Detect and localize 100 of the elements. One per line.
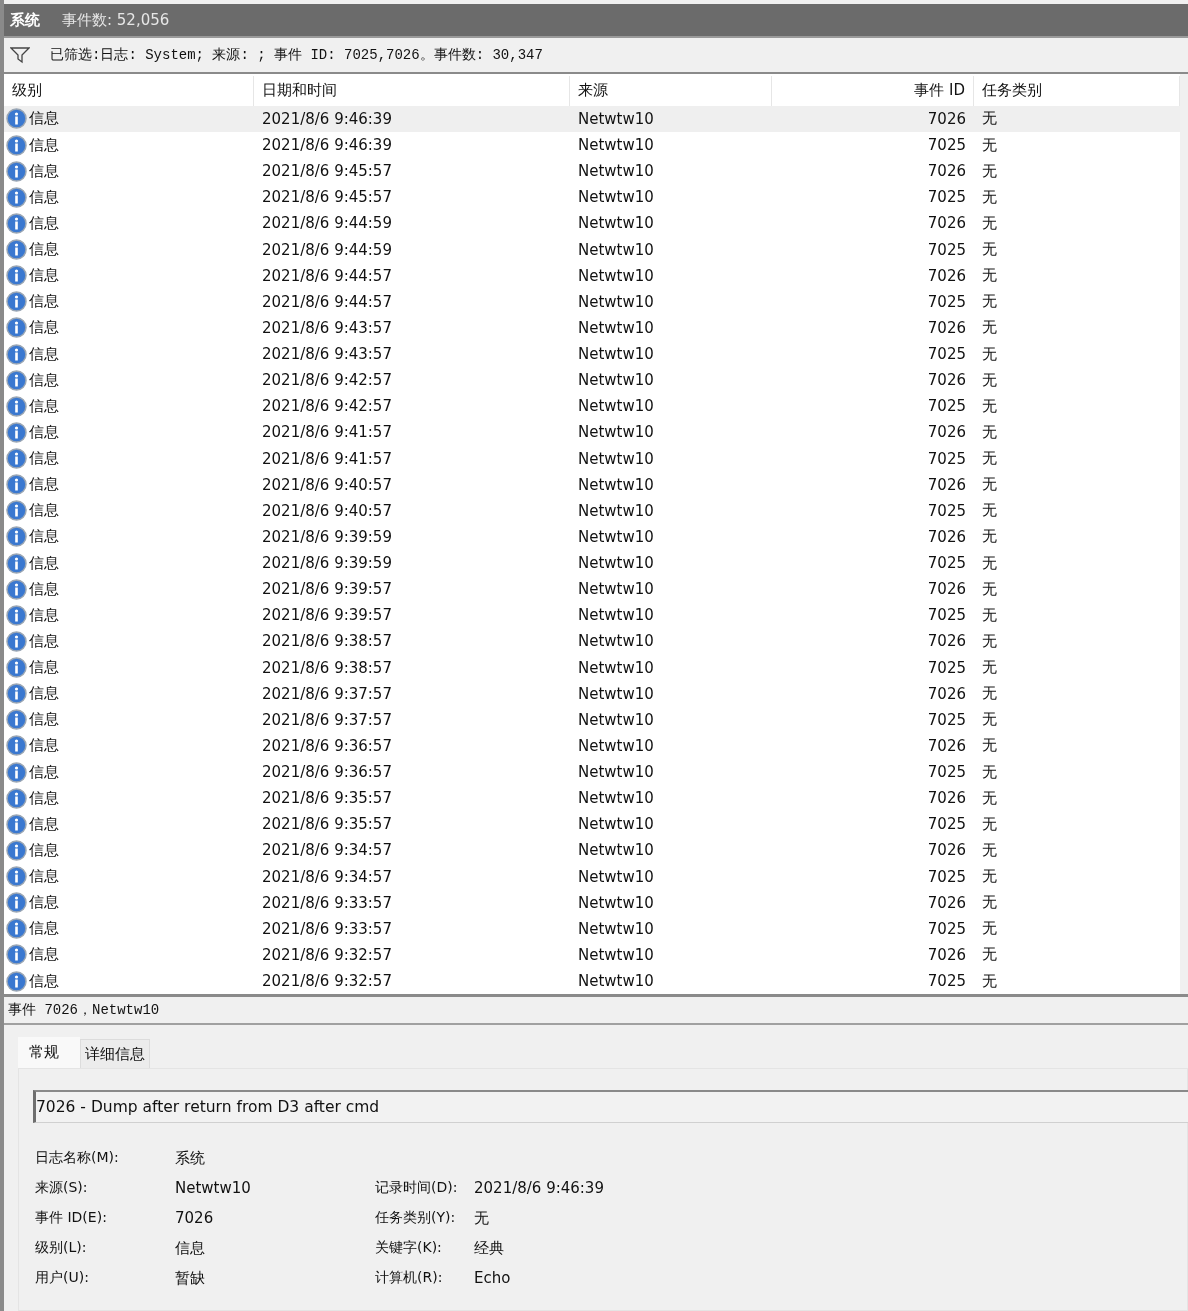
table-cell-text: 2021/8/6 9:44:59	[261, 213, 393, 235]
info-icon	[6, 526, 27, 548]
column-header[interactable]: 日期和时间	[254, 76, 570, 106]
table-cell-text: 无	[981, 317, 998, 339]
table-cell-text: 无	[981, 944, 998, 966]
field-label: 来源(S):	[35, 1178, 89, 1197]
filter-summary: 已筛选:日志: System; 来源: ; 事件 ID: 7025,7026。事件数: 30,347	[50, 46, 543, 64]
table-cell: 信息	[29, 919, 59, 939]
info-icon	[6, 709, 27, 731]
table-cell-text: 7025	[926, 605, 967, 627]
table-cell-text: Netwtw10	[577, 892, 655, 914]
table-cell-text: 2021/8/6 9:43:57	[261, 317, 393, 339]
table-cell-text: 2021/8/6 9:42:57	[261, 396, 393, 418]
field-label: 用户(U):	[35, 1268, 90, 1287]
table-cell: 信息	[29, 605, 59, 625]
filter-icon[interactable]	[10, 46, 30, 64]
table-cell: 信息	[29, 579, 59, 599]
table-cell-text: 2021/8/6 9:45:57	[261, 187, 393, 209]
info-icon	[6, 212, 27, 234]
table-cell-text: 7025	[926, 135, 967, 157]
table-cell: 信息	[29, 370, 59, 390]
table-cell-text: Netwtw10	[577, 657, 655, 679]
table-cell-text: 2021/8/6 9:41:57	[261, 448, 393, 470]
table-cell: 信息	[29, 840, 59, 860]
table-cell-text: 2021/8/6 9:38:57	[261, 657, 393, 679]
info-icon	[6, 448, 27, 470]
table-cell-text: 7026	[926, 631, 967, 653]
table-cell: 信息	[29, 422, 59, 442]
table-cell: 信息	[29, 109, 59, 129]
table-cell-text: Netwtw10	[577, 370, 655, 392]
table-cell-text: 无	[981, 500, 998, 522]
table-cell-text: 2021/8/6 9:36:57	[261, 762, 393, 784]
table-cell-text: 7026	[926, 422, 967, 444]
table-cell-text: 2021/8/6 9:35:57	[261, 814, 393, 836]
table-cell-text: 无	[981, 186, 998, 208]
table-cell-text: 7025	[926, 500, 967, 522]
table-cell: 信息	[29, 135, 59, 155]
column-header[interactable]: 任务类别	[974, 76, 1180, 106]
info-icon	[6, 944, 27, 966]
table-cell-text: Netwtw10	[577, 448, 655, 470]
table-cell-text: 2021/8/6 9:40:57	[261, 500, 393, 522]
table-cell: 信息	[29, 161, 59, 181]
table-cell-text: 无	[981, 604, 998, 626]
table-cell: 信息	[29, 266, 59, 286]
table-cell-text: Netwtw10	[577, 344, 655, 366]
table-cell-text: 无	[981, 630, 998, 652]
table-cell: 信息	[29, 396, 59, 416]
table-cell-text: Netwtw10	[577, 265, 655, 287]
table-cell-text: 7025	[926, 291, 967, 313]
table-cell-text: 2021/8/6 9:43:57	[261, 344, 393, 366]
table-cell: 信息	[29, 658, 59, 678]
table-cell: 信息	[29, 684, 59, 704]
event-title: 事件 7026，Netwtw10	[4, 997, 1188, 1025]
table-cell-text: 无	[981, 552, 998, 574]
table-cell-text: Netwtw10	[577, 944, 655, 966]
table-cell-text: Netwtw10	[577, 683, 655, 705]
info-icon	[6, 735, 27, 757]
info-icon	[6, 630, 27, 652]
table-cell-text: 7026	[926, 265, 967, 287]
table-cell-text: 无	[981, 265, 998, 287]
table-cell-text: Netwtw10	[577, 291, 655, 313]
table-cell-text: 无	[981, 395, 998, 417]
tab[interactable]: 常规	[18, 1037, 80, 1068]
table-cell-text: 2021/8/6 9:39:59	[261, 526, 393, 548]
table-cell-text: 无	[981, 866, 998, 888]
field-value: 2021/8/6 9:46:39	[474, 1178, 605, 1199]
table-cell-text: 无	[981, 474, 998, 496]
info-icon	[6, 500, 27, 522]
table-cell-text: 2021/8/6 9:44:57	[261, 265, 393, 287]
table-cell-text: 无	[981, 787, 998, 809]
table-cell: 信息	[29, 762, 59, 782]
table-cell-text: 无	[981, 761, 998, 783]
table-cell-text: Netwtw10	[577, 161, 655, 183]
table-cell: 信息	[29, 788, 59, 808]
table-cell-text: 7026	[926, 683, 967, 705]
table-cell-text: 无	[981, 421, 998, 443]
table-cell-text: 7026	[926, 735, 967, 757]
column-header[interactable]: 级别	[4, 76, 254, 106]
info-icon	[6, 343, 27, 365]
table-cell-text: 7026	[926, 579, 967, 601]
tab[interactable]: 详细信息	[80, 1039, 150, 1068]
table-cell-text: 7026	[926, 526, 967, 548]
table-cell-text: 7025	[926, 657, 967, 679]
table-cell-text: 无	[981, 108, 998, 130]
table-cell: 信息	[29, 318, 59, 338]
table-cell-text: 无	[981, 291, 998, 313]
column-header[interactable]: 事件 ID	[772, 76, 974, 106]
info-icon	[6, 657, 27, 679]
field-label: 级别(L):	[35, 1238, 88, 1257]
table-cell-text: 2021/8/6 9:40:57	[261, 474, 393, 496]
column-header[interactable]: 来源	[570, 76, 772, 106]
message-field[interactable]: 7026 - Dump after return from D3 after cmd	[33, 1090, 1188, 1123]
info-icon	[6, 813, 27, 835]
table-cell-text: 7025	[926, 448, 967, 470]
table-cell-text: 7026	[926, 213, 967, 235]
info-icon	[6, 291, 27, 313]
event-count: 事件数: 52,056	[62, 10, 170, 30]
event-row[interactable]: 信息 2021/8/6 9:46:39 Netwtw10 7026 无	[4, 105, 1180, 132]
table-cell-text: Netwtw10	[577, 840, 655, 862]
info-icon	[6, 970, 27, 992]
